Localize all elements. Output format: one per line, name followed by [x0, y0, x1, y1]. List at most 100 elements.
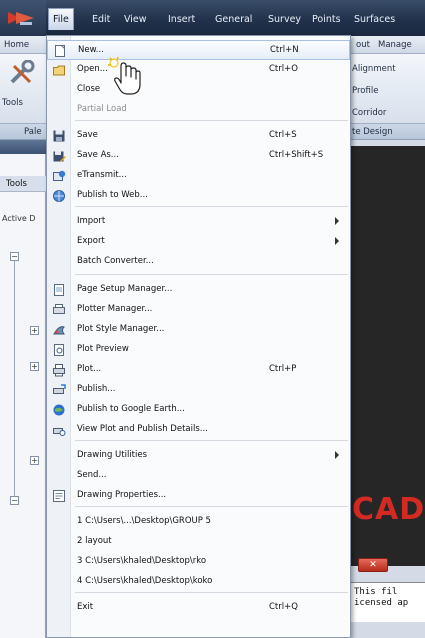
menu-item-label: Publish to Google Earth... — [77, 404, 185, 414]
menu-item-drawing-utilities[interactable]: Drawing Utilities — [47, 446, 350, 466]
plot-preview-icon — [54, 344, 64, 356]
menu-item-drawing-properties[interactable]: Drawing Properties... — [47, 486, 350, 506]
tree-expand-icon[interactable]: − — [10, 252, 19, 261]
toolspace-palette: Tools Active D − + + + − — [0, 140, 46, 638]
menu-item-label: View Plot and Publish Details... — [77, 424, 208, 434]
menu-item-plotter-manager[interactable]: Plotter Manager... — [47, 300, 350, 320]
menu-item-label: Plot Preview — [77, 344, 129, 354]
menu-item-save-as[interactable]: Save As... Ctrl+Shift+S — [47, 146, 350, 166]
menu-item-label: 3 C:\Users\khaled\Desktop\rko — [77, 556, 207, 566]
menu-item-label: Drawing Utilities — [77, 450, 148, 460]
ribbon-footer-palettes[interactable]: Pale — [24, 127, 42, 137]
menu-separator — [75, 206, 348, 207]
menu-insert[interactable]: Insert — [168, 14, 195, 25]
plot-details-icon — [53, 428, 66, 436]
menu-item-export[interactable]: Export — [47, 232, 350, 252]
plot-style-icon — [53, 326, 65, 335]
tree-expand-icon[interactable]: + — [30, 362, 39, 371]
menu-item-close[interactable]: Close — [47, 80, 350, 100]
close-button[interactable]: ✕ — [358, 558, 388, 572]
submenu-arrow-icon — [335, 451, 339, 459]
menu-item-2-layout[interactable]: 2 layout — [47, 532, 350, 552]
menu-item-new[interactable]: New... Ctrl+N — [47, 40, 350, 60]
menu-item-label: Page Setup Manager... — [77, 284, 173, 294]
menu-item-plot-style-manager[interactable]: Plot Style Manager... — [47, 320, 350, 340]
menu-item-plot[interactable]: Plot... Ctrl+P — [47, 360, 350, 380]
ribbon-corridor[interactable]: Corridor — [352, 108, 386, 118]
menu-bar: File Edit View Insert General Survey Poi… — [0, 0, 425, 36]
menu-item-page-setup-manager[interactable]: Page Setup Manager... — [47, 280, 350, 300]
menu-item-label: Export — [77, 236, 105, 246]
menu-item-3-c-users-khaled-desktop-rko[interactable]: 3 C:\Users\khaled\Desktop\rko — [47, 552, 350, 572]
page-setup-icon — [54, 284, 64, 296]
menu-item-label: Save — [77, 130, 98, 140]
ribbon-profile[interactable]: Profile — [352, 86, 378, 96]
save-icon — [53, 130, 65, 142]
menu-item-shortcut: Ctrl+S — [269, 130, 297, 140]
menu-item-label: New... — [78, 45, 104, 55]
ribbon-tab-manage[interactable]: Manage — [378, 40, 412, 50]
ribbon-tools-label[interactable]: Tools — [2, 98, 23, 108]
menu-item-shortcut: Ctrl+O — [269, 64, 298, 74]
ribbon-alignment[interactable]: Alignment — [352, 64, 396, 74]
menu-item-batch-converter[interactable]: Batch Converter... — [47, 252, 350, 272]
menu-item-publish-to-web[interactable]: Publish to Web... — [47, 186, 350, 206]
menu-item-label: Publish to Web... — [77, 190, 148, 200]
menu-item-shortcut: Ctrl+Shift+S — [269, 150, 324, 160]
menu-item-label: Batch Converter... — [77, 256, 154, 266]
ribbon-tab-home[interactable]: Home — [4, 40, 29, 50]
app-logo-icon — [8, 12, 34, 25]
tree-expand-icon[interactable]: + — [30, 326, 39, 335]
menu-item-label: Plot... — [77, 364, 102, 374]
menu-item-label: Open... — [77, 64, 108, 74]
menu-item-4-c-users-khaled-desktop-koko[interactable]: 4 C:\Users\khaled\Desktop\koko — [47, 572, 350, 592]
active-drawing-label[interactable]: Active D — [0, 214, 46, 223]
menu-item-publish[interactable]: Publish... — [47, 380, 350, 400]
tree-expand-icon[interactable]: − — [10, 496, 19, 505]
menu-item-plot-preview[interactable]: Plot Preview — [47, 340, 350, 360]
menu-edit[interactable]: Edit — [92, 14, 110, 25]
menu-item-label: Plot Style Manager... — [77, 324, 165, 334]
console-line: This fil — [354, 587, 398, 597]
menu-item-shortcut: Ctrl+N — [270, 45, 299, 55]
menu-item-label: Send... — [77, 470, 107, 480]
menu-item-publish-to-google-earth[interactable]: Publish to Google Earth... — [47, 400, 350, 420]
tools-icon — [10, 60, 35, 84]
menu-item-etransmit[interactable]: eTransmit... — [47, 166, 350, 186]
menu-separator — [75, 592, 348, 593]
submenu-arrow-icon — [335, 237, 339, 245]
menu-item-exit[interactable]: Exit Ctrl+Q — [47, 598, 350, 618]
menu-general[interactable]: General — [215, 14, 252, 25]
google-earth-icon — [53, 404, 65, 416]
menu-view[interactable]: View — [124, 14, 147, 25]
menu-item-1-c-users-desktop-group-5[interactable]: 1 C:\Users\...\Desktop\GROUP 5 — [47, 512, 350, 532]
command-line[interactable]: This fil icensed ap — [350, 582, 425, 622]
menu-item-label: Save As... — [77, 150, 119, 160]
publish-icon — [53, 384, 66, 394]
properties-icon — [53, 490, 65, 502]
application-button[interactable] — [0, 0, 46, 36]
menu-item-open[interactable]: Open... Ctrl+O — [47, 60, 350, 80]
menu-survey[interactable]: Survey — [268, 14, 301, 25]
menu-item-label: Drawing Properties... — [77, 490, 167, 500]
ribbon-tab-layout[interactable]: out — [356, 40, 370, 50]
tree-line — [14, 256, 15, 496]
menu-item-label: Close — [77, 84, 101, 94]
ribbon-site-design[interactable]: te Design — [352, 127, 393, 137]
toolspace-tools-label[interactable]: Tools — [0, 176, 46, 192]
menu-file[interactable]: File — [48, 8, 74, 30]
menu-points[interactable]: Points — [312, 14, 341, 25]
menu-item-send[interactable]: Send... — [47, 466, 350, 486]
menu-item-label: 4 C:\Users\khaled\Desktop\koko — [77, 576, 213, 586]
menu-item-label: 2 layout — [77, 536, 112, 546]
menu-item-import[interactable]: Import — [47, 212, 350, 232]
palette-titlebar — [0, 140, 46, 154]
tree-expand-icon[interactable]: + — [30, 456, 39, 465]
menu-item-save[interactable]: Save Ctrl+S — [47, 126, 350, 146]
menu-surfaces[interactable]: Surfaces — [354, 14, 395, 25]
menu-item-partial-load: Partial Load — [47, 100, 350, 120]
menu-item-label: Exit — [77, 602, 94, 612]
plot-icon — [53, 364, 65, 377]
menu-item-view-plot-and-publish-details[interactable]: View Plot and Publish Details... — [47, 420, 350, 440]
menu-item-label: Publish... — [77, 384, 116, 394]
